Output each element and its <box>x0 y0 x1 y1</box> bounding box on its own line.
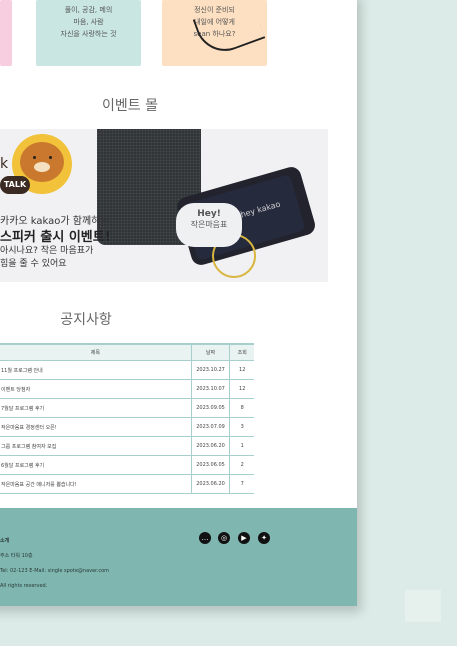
footer-address: 주소 타워 10층 <box>0 553 33 559</box>
page-card: 풀이, 공감, 메의 마음, 사람 자신을 사랑하는 것 정신이 준비되 내일에… <box>0 0 357 606</box>
row-views: 12 <box>229 379 254 399</box>
footer-name: 소개 <box>0 538 10 544</box>
footer-contact: Tel: 02-123 E-Mail: single spote@naver.c… <box>0 568 110 574</box>
bubble-hey: Hey! <box>197 209 221 219</box>
row-date: 2023.10.27 <box>190 360 230 380</box>
note-mint[interactable]: 풀이, 공감, 메의 마음, 사람 자신을 사랑하는 것 <box>36 0 141 66</box>
notice-table: 제목 날짜 조회 11월 프로그램 안내 2023.10.27 12 이벤트 당… <box>0 343 254 494</box>
background-deco <box>405 590 441 622</box>
event-section-title: 이벤트 몰 <box>102 98 158 114</box>
note-mint-text: 풀이, 공감, 메의 마음, 사람 자신을 사랑하는 것 <box>60 6 117 38</box>
table-row[interactable]: 6월달 프로그램 후기 2023.06.05 2 <box>0 455 254 475</box>
site-footer <box>0 508 357 606</box>
table-row[interactable]: 그룹 프로그램 참여자 모집 2023.06.20 1 <box>0 436 254 456</box>
row-title[interactable]: 작은마음표 공간 매니저를 뽑습니다! <box>0 474 192 494</box>
bear-eye-left <box>33 156 36 159</box>
twitter-icon[interactable]: ✦ <box>258 532 270 544</box>
banner-line1: 카카오 kakao가 함께하는 <box>0 216 110 227</box>
header-title: 제목 <box>0 343 192 361</box>
table-header-row: 제목 날짜 조회 <box>0 343 254 361</box>
speech-bubble: Hey! 작은마음표 <box>176 203 242 247</box>
row-date: 2023.06.05 <box>190 455 230 475</box>
row-views: 12 <box>229 360 254 380</box>
row-date: 2023.06.20 <box>190 436 230 456</box>
note-pink <box>0 0 12 66</box>
bubble-sub: 작은마음표 <box>190 220 228 229</box>
bear-eye-right <box>49 156 52 159</box>
chat-icon[interactable]: … <box>199 532 211 544</box>
youtube-icon[interactable]: ▶ <box>238 532 250 544</box>
bear-snout <box>34 162 50 172</box>
table-row[interactable]: 작은마음표 경정센터 오픈! 2023.07.09 3 <box>0 417 254 437</box>
row-views: 3 <box>229 417 254 437</box>
row-date: 2023.10.07 <box>190 379 230 399</box>
header-date: 날짜 <box>190 343 230 361</box>
table-row[interactable]: 이벤트 당첨자 2023.10.07 12 <box>0 379 254 399</box>
row-title[interactable]: 작은마음표 경정센터 오픈! <box>0 417 192 437</box>
row-views: 7 <box>229 474 254 494</box>
banner-line3: 아시나요? 작은 마음표가 힘을 줄 수 있어요 <box>0 246 94 269</box>
table-row[interactable]: 7월달 프로그램 후기 2023.09.05 8 <box>0 398 254 418</box>
row-title[interactable]: 11월 프로그램 안내 <box>0 360 192 380</box>
talk-badge: TALK <box>0 176 30 194</box>
notice-section-title: 공지사항 <box>60 312 112 328</box>
table-row[interactable]: 작은마음표 공간 매니저를 뽑습니다! 2023.06.20 7 <box>0 474 254 494</box>
row-title[interactable]: 7월달 프로그램 후기 <box>0 398 192 418</box>
row-views: 1 <box>229 436 254 456</box>
row-title[interactable]: 이벤트 당첨자 <box>0 379 192 399</box>
banner-line2: 스피커 출시 이벤트! <box>0 230 111 245</box>
row-title[interactable]: 그룹 프로그램 참여자 모집 <box>0 436 192 456</box>
row-date: 2023.09.05 <box>190 398 230 418</box>
header-views: 조회 <box>229 343 254 361</box>
table-row[interactable]: 11월 프로그램 안내 2023.10.27 12 <box>0 360 254 380</box>
footer-copyright: All rights reserved. <box>0 583 48 589</box>
row-views: 8 <box>229 398 254 418</box>
kakao-glyph: k <box>0 156 9 172</box>
row-date: 2023.06.20 <box>190 474 230 494</box>
row-title[interactable]: 6월달 프로그램 후기 <box>0 455 192 475</box>
row-views: 2 <box>229 455 254 475</box>
instagram-icon[interactable]: ◎ <box>218 532 230 544</box>
row-date: 2023.07.09 <box>190 417 230 437</box>
